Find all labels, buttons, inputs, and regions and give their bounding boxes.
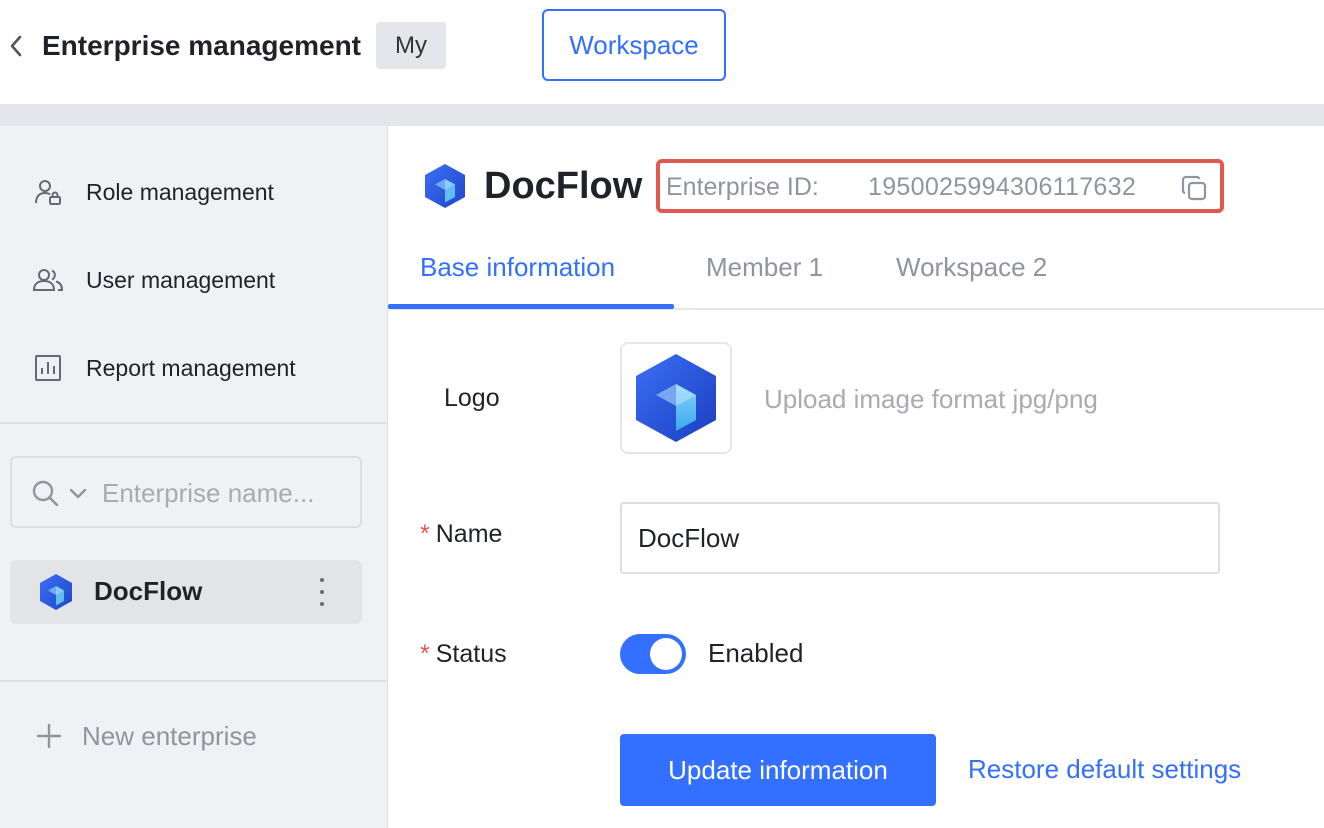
status-toggle[interactable] <box>620 634 686 674</box>
sidebar-item-label: Role management <box>86 178 274 205</box>
status-value: Enabled <box>708 638 804 668</box>
sidebar: Role management User management Report m… <box>0 126 388 828</box>
logo-upload[interactable] <box>620 342 732 454</box>
page-title: Enterprise management <box>42 30 361 61</box>
enterprise-title: DocFlow <box>484 165 643 207</box>
docflow-logo-icon <box>636 354 716 442</box>
status-label-text: Status <box>435 640 507 668</box>
logo-label: Logo <box>444 384 500 412</box>
enterprise-name: DocFlow <box>94 576 203 606</box>
required-mark: * <box>420 520 430 548</box>
more-options-icon[interactable] <box>314 574 330 610</box>
docflow-logo-icon <box>40 574 72 610</box>
sidebar-item-label: User management <box>86 266 276 293</box>
chevron-down-icon[interactable] <box>68 483 88 503</box>
copy-icon[interactable] <box>1180 174 1208 202</box>
plus-icon <box>34 721 64 751</box>
search-icon <box>32 480 59 507</box>
enterprise-list-item[interactable]: DocFlow <box>10 560 362 624</box>
tab-workspace[interactable]: Workspace 2 <box>896 252 1047 283</box>
top-bar: Enterprise management My Workspace <box>0 0 1324 104</box>
name-field[interactable] <box>620 502 1220 574</box>
docflow-logo-icon <box>425 164 465 208</box>
name-label: * Name <box>420 520 502 549</box>
enterprise-id-box: Enterprise ID: 1950025994306117632 <box>656 159 1224 213</box>
workspace-tab-indicator <box>526 101 742 104</box>
toggle-knob <box>650 638 682 670</box>
back-chevron-icon[interactable] <box>6 32 26 60</box>
enterprise-id-value: 1950025994306117632 <box>868 173 1137 201</box>
sidebar-divider <box>0 680 386 682</box>
update-information-button[interactable]: Update information <box>620 734 936 806</box>
required-mark: * <box>420 640 430 668</box>
enterprise-tabs: Base information Member 1 Workspace 2 <box>388 234 1324 310</box>
new-enterprise-button[interactable]: New enterprise <box>34 716 257 756</box>
enterprise-id-label: Enterprise ID: <box>666 173 819 201</box>
sidebar-item-label: Report management <box>86 354 296 381</box>
sidebar-item-role-management[interactable]: Role management <box>0 162 386 222</box>
sidebar-divider <box>0 422 386 424</box>
report-icon <box>32 352 64 384</box>
tab-base-information[interactable]: Base information <box>420 252 615 283</box>
status-label: * Status <box>420 640 507 669</box>
upload-hint: Upload image format jpg/png <box>764 384 1098 414</box>
new-enterprise-label: New enterprise <box>82 720 257 751</box>
sidebar-item-user-management[interactable]: User management <box>0 250 386 310</box>
sidebar-item-report-management[interactable]: Report management <box>0 338 386 398</box>
role-icon <box>32 176 64 208</box>
main-panel: DocFlow Enterprise ID: 19500259943061176… <box>388 126 1324 828</box>
restore-default-settings-link[interactable]: Restore default settings <box>968 754 1241 785</box>
name-label-text: Name <box>435 520 503 548</box>
tab-my[interactable]: My <box>376 22 446 69</box>
active-tab-indicator <box>388 304 674 309</box>
tab-workspace[interactable]: Workspace <box>542 9 726 81</box>
tab-member[interactable]: Member 1 <box>706 252 823 283</box>
header-divider <box>0 104 1324 126</box>
users-icon <box>32 264 64 296</box>
enterprise-search[interactable] <box>10 456 362 528</box>
enterprise-search-input[interactable] <box>102 474 352 512</box>
